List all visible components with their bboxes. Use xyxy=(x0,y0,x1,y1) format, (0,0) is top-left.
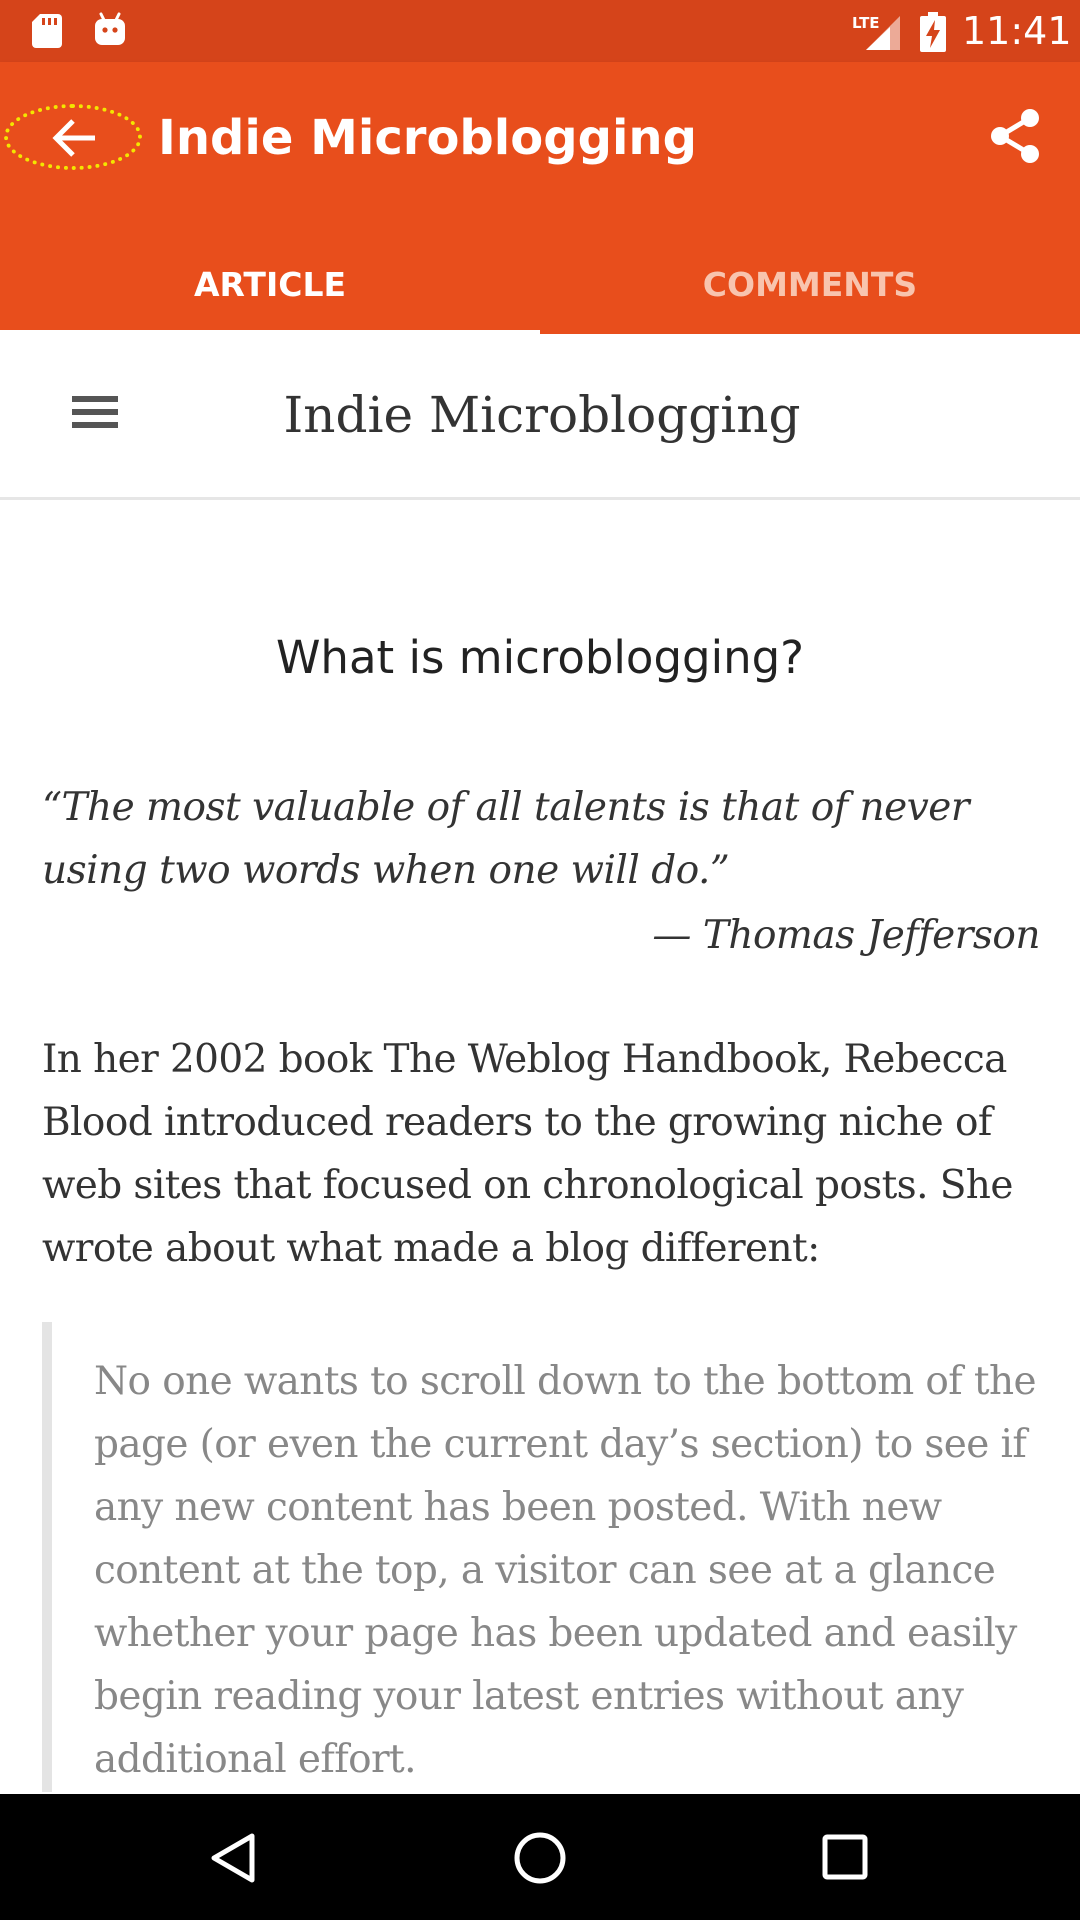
article-paragraph: In her 2002 book The Weblog Handbook, Re… xyxy=(42,1037,1013,1271)
app-title: Indie Microblogging xyxy=(158,110,697,166)
app-bar: Indie Microblogging ARTICLE COMMENTS xyxy=(0,62,1080,335)
status-clock: 11:41 xyxy=(962,9,1072,53)
battery-charging-icon xyxy=(920,12,946,52)
navigation-bar xyxy=(0,1794,1080,1920)
network-type-label: LTE xyxy=(852,14,880,32)
page-header: Indie Microblogging xyxy=(0,334,1080,500)
tab-article[interactable]: ARTICLE xyxy=(0,242,540,334)
share-icon[interactable] xyxy=(986,106,1046,166)
arrow-back-icon xyxy=(52,119,95,157)
status-bar: LTE 11:41 xyxy=(0,0,1080,62)
blockquote: No one wants to scroll down to the botto… xyxy=(42,1322,1042,1792)
android-icon xyxy=(95,12,125,45)
epigraph-attribution: — Thomas Jefferson xyxy=(652,913,1040,958)
blockquote-text: No one wants to scroll down to the botto… xyxy=(94,1359,1037,1782)
back-button[interactable] xyxy=(4,104,142,170)
tab-comments[interactable]: COMMENTS xyxy=(540,242,1080,334)
article-heading: What is microblogging? xyxy=(275,631,805,684)
recents-square-icon[interactable] xyxy=(820,1832,870,1882)
back-triangle-icon[interactable] xyxy=(208,1832,258,1884)
site-title[interactable]: Indie Microblogging xyxy=(0,382,1080,448)
home-circle-icon[interactable] xyxy=(512,1830,568,1886)
sd-card-icon xyxy=(32,14,62,48)
epigraph-quote: “The most valuable of all talents is tha… xyxy=(42,785,969,893)
signal-icon: LTE xyxy=(852,14,900,50)
